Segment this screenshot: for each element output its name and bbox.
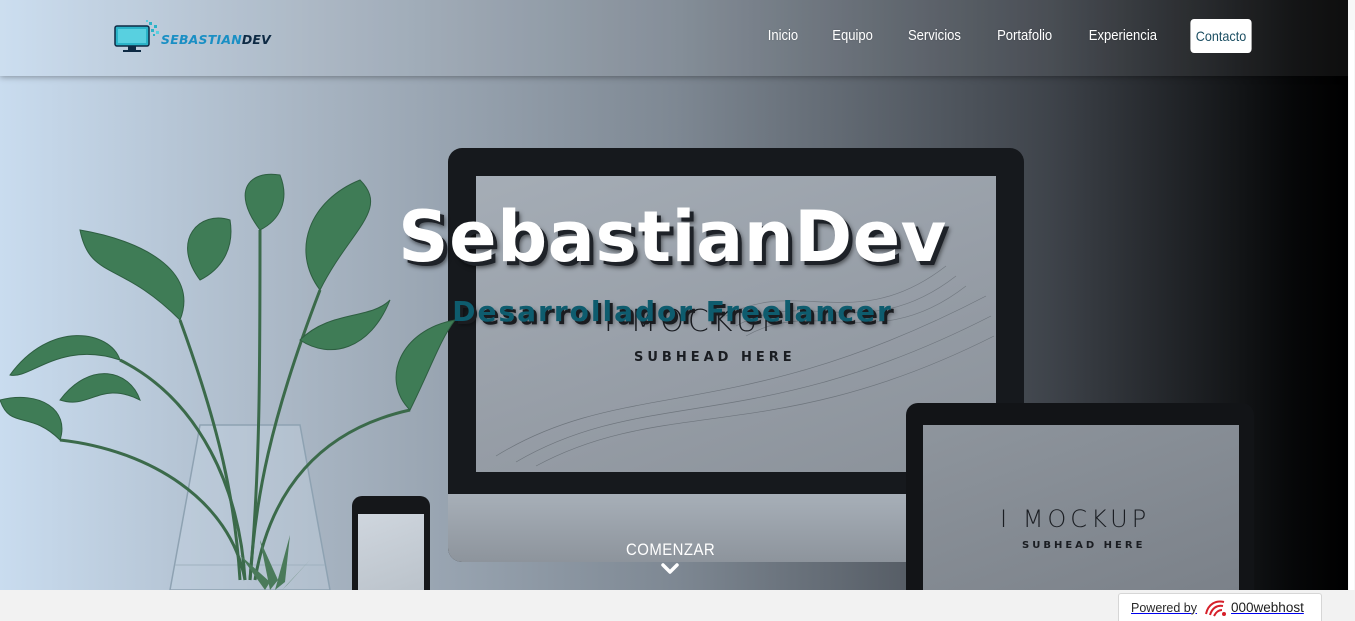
- nav-item-servicios[interactable]: Servicios: [908, 28, 961, 44]
- scrollbar-thumb[interactable]: [1349, 30, 1354, 590]
- nav-item-inicio[interactable]: Inicio: [768, 28, 798, 44]
- monitor-logo-icon: [114, 20, 159, 52]
- powered-by-badge[interactable]: Powered by 000webhost: [1118, 593, 1322, 621]
- chevron-down-icon: [661, 563, 679, 574]
- tablet-mockup-title: I MOCKUP: [1000, 505, 1151, 533]
- nav-item-equipo[interactable]: Equipo: [832, 28, 873, 44]
- navbar: SEBASTIANDEV Inicio Equipo Servicios Por…: [0, 0, 1348, 76]
- brand-logo-text: SEBASTIANDEV: [161, 32, 271, 47]
- brand-logo-text-main: SEBASTIAN: [161, 32, 242, 47]
- nav-item-contacto[interactable]: Contacto: [1190, 19, 1252, 53]
- monitor-mockup-subhead: SUBHEAD HERE: [634, 350, 796, 365]
- nav-item-portafolio[interactable]: Portafolio: [997, 28, 1052, 44]
- hero-section: I MOCKUP SUBHEAD HERE I MOCKUP SUBHEAD H…: [0, 0, 1348, 590]
- nav-links: Inicio Equipo Servicios Portafolio Exper…: [736, 18, 1255, 54]
- webhost-logo-icon: [1205, 600, 1227, 616]
- brand-logo[interactable]: SEBASTIANDEV: [113, 20, 273, 54]
- hero-subtitle: Desarrollador Freelancer: [452, 295, 893, 328]
- tablet-mockup-subhead: SUBHEAD HERE: [1022, 540, 1146, 551]
- comenzar-button[interactable]: COMENZAR: [620, 540, 720, 576]
- powered-by-label: Powered by: [1131, 600, 1198, 615]
- nav-item-experiencia[interactable]: Experiencia: [1089, 28, 1157, 44]
- tablet-mockup-image: [906, 403, 1254, 590]
- hero-title: SebastianDev: [398, 196, 947, 278]
- comenzar-label: COMENZAR: [626, 540, 716, 559]
- brand-logo-text-accent: DEV: [241, 32, 272, 47]
- webhost-brand-label: 000webhost: [1231, 600, 1304, 615]
